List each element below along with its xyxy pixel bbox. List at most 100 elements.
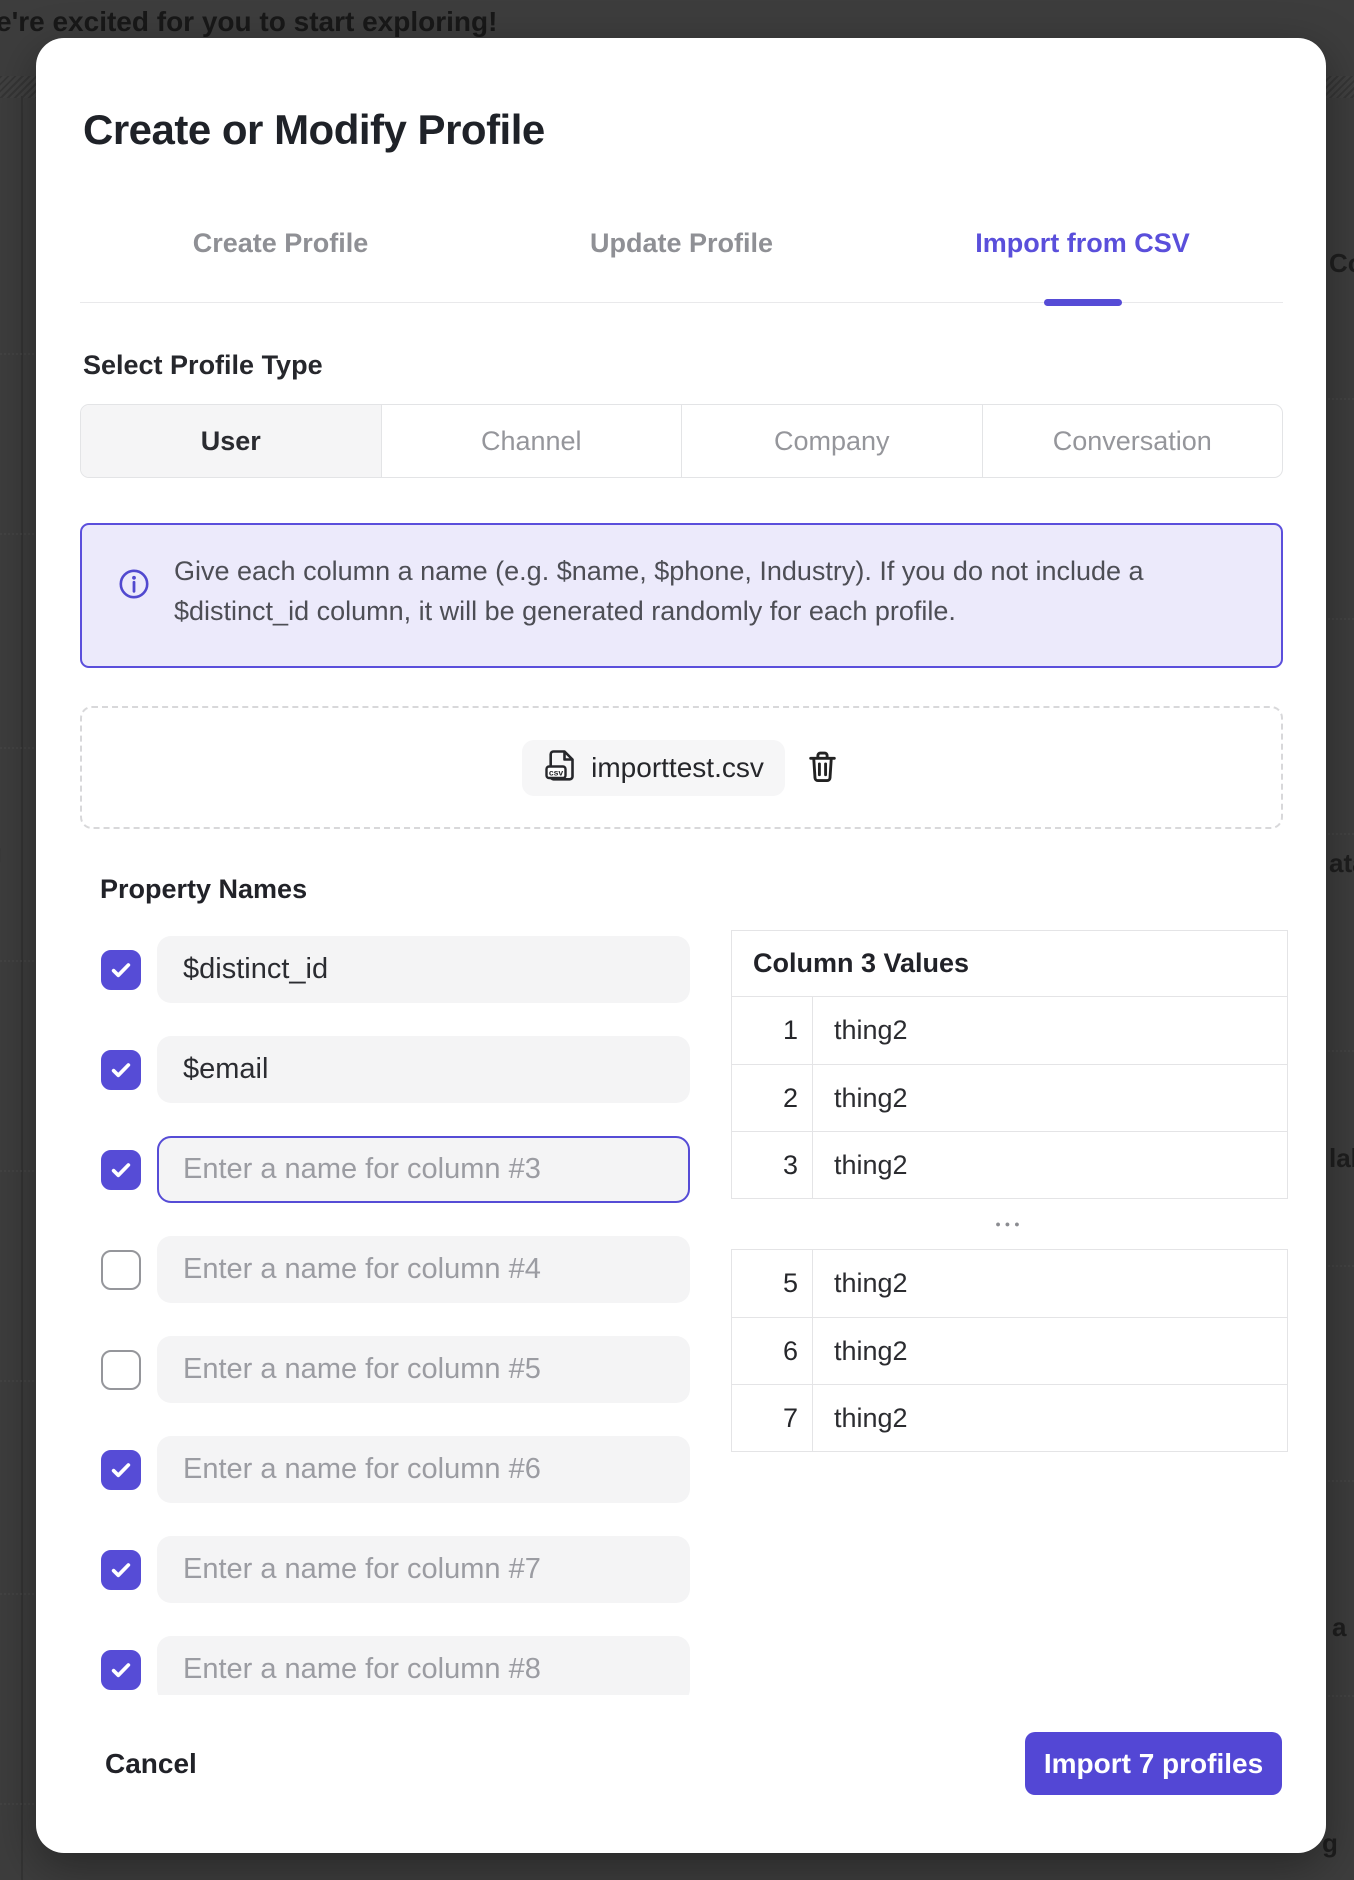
property-input-wrap (157, 1636, 690, 1695)
value-row-content: thing2 (813, 1318, 1287, 1384)
value-row-index: 3 (732, 1132, 813, 1198)
tab-import-from-csv[interactable]: Import from CSV (882, 220, 1283, 302)
background-row-separator (1328, 1480, 1354, 1482)
value-row-index: 7 (732, 1385, 813, 1451)
property-checkbox[interactable] (101, 1550, 141, 1590)
tab-label: Create Profile (193, 228, 369, 259)
property-name-input[interactable] (157, 936, 690, 1003)
values-table-header: Column 3 Values (732, 931, 1287, 997)
profile-type-segmented-control: User Channel Company Conversation (80, 404, 1283, 478)
background-text-fragment: a (1332, 1612, 1346, 1643)
info-icon (118, 568, 150, 600)
value-row-content: thing2 (813, 997, 1287, 1064)
property-name-input[interactable] (157, 1536, 690, 1603)
property-checkbox[interactable] (101, 1250, 141, 1290)
info-callout-text: Give each column a name (e.g. $name, $ph… (174, 551, 1214, 631)
property-name-input[interactable] (157, 1236, 690, 1303)
background-row-separator (0, 747, 34, 749)
background-row-separator (1328, 398, 1354, 400)
property-checkbox[interactable] (101, 1150, 141, 1190)
value-row: 2thing2 (732, 1064, 1287, 1131)
select-profile-type-label: Select Profile Type (83, 350, 323, 381)
value-row: 1thing2 (732, 997, 1287, 1064)
property-row (80, 1536, 690, 1603)
background-banner-text: e're excited for you to start exploring! (0, 6, 497, 38)
column-values-preview: Column 3 Values 1thing22thing23thing2 ●●… (731, 930, 1288, 1695)
background-row-separator (1328, 1265, 1354, 1267)
property-checkbox[interactable] (101, 950, 141, 990)
background-row-separator (0, 1170, 34, 1172)
rows-ellipsis: ●●● (731, 1199, 1288, 1249)
value-row: 5thing2 (732, 1250, 1287, 1317)
property-names-heading: Property Names (100, 874, 307, 905)
property-input-wrap (157, 1236, 690, 1303)
background-row-separator (1328, 618, 1354, 620)
property-name-input[interactable] (157, 1436, 690, 1503)
cancel-button[interactable]: Cancel (105, 1732, 197, 1795)
value-row-index: 2 (732, 1065, 813, 1131)
tab-update-profile[interactable]: Update Profile (481, 220, 882, 302)
background-row-separator (0, 353, 34, 355)
background-row-separator (0, 1803, 34, 1805)
property-name-input[interactable] (157, 1636, 690, 1695)
property-checkbox[interactable] (101, 1450, 141, 1490)
tab-create-profile[interactable]: Create Profile (80, 220, 481, 302)
background-row-separator (1328, 1050, 1354, 1052)
property-checkbox[interactable] (101, 1350, 141, 1390)
background-table-gridline (21, 96, 23, 1880)
property-input-wrap (157, 1436, 690, 1503)
csv-upload-dropzone[interactable]: csv importtest.csv (80, 706, 1283, 829)
delete-file-button[interactable] (804, 748, 841, 788)
value-row-content: thing2 (813, 1132, 1287, 1198)
value-row: 3thing2 (732, 1131, 1287, 1198)
trash-icon (804, 748, 841, 788)
import-profiles-button[interactable]: Import 7 profiles (1025, 1732, 1282, 1795)
background-row-separator (0, 1380, 34, 1382)
tab-label: Import from CSV (975, 228, 1190, 259)
uploaded-file-chip[interactable]: csv importtest.csv (522, 740, 785, 796)
property-row (80, 1236, 690, 1303)
value-row: 7thing2 (732, 1384, 1287, 1451)
property-rows-list (80, 930, 690, 1695)
background-row-separator (0, 533, 34, 535)
property-name-input[interactable] (157, 1036, 690, 1103)
background-row-separator (1328, 833, 1354, 835)
info-callout: Give each column a name (e.g. $name, $ph… (80, 523, 1283, 668)
dialog-title: Create or Modify Profile (83, 102, 545, 158)
csv-file-icon: csv (543, 747, 579, 788)
value-row-index: 5 (732, 1250, 813, 1317)
background-row-separator (0, 1593, 34, 1595)
tab-bar: Create Profile Update Profile Import fro… (80, 220, 1283, 303)
value-row-content: thing2 (813, 1065, 1287, 1131)
property-row (80, 936, 690, 1003)
profile-type-option-channel[interactable]: Channel (381, 405, 682, 477)
property-name-input[interactable] (157, 1336, 690, 1403)
values-table-bottom: 5thing26thing27thing2 (731, 1249, 1288, 1452)
property-checkbox[interactable] (101, 1050, 141, 1090)
property-row (80, 1636, 690, 1695)
property-input-wrap (157, 1336, 690, 1403)
profile-type-option-company[interactable]: Company (681, 405, 982, 477)
background-row-separator (0, 960, 34, 962)
property-row (80, 1036, 690, 1103)
profile-type-option-conversation[interactable]: Conversation (982, 405, 1283, 477)
property-row (80, 1336, 690, 1403)
dialog-footer: Cancel Import 7 profiles (80, 1732, 1283, 1795)
values-table-top: Column 3 Values 1thing22thing23thing2 (731, 930, 1288, 1199)
uploaded-file-name: importtest.csv (591, 752, 764, 784)
property-checkbox[interactable] (101, 1650, 141, 1690)
property-row (80, 1136, 690, 1203)
property-input-wrap (157, 936, 690, 1003)
value-row-index: 6 (732, 1318, 813, 1384)
values-table-top-rows: 1thing22thing23thing2 (732, 997, 1287, 1198)
background-text-fragment: ata (1329, 848, 1354, 879)
value-row-content: thing2 (813, 1385, 1287, 1451)
background-row-separator (1328, 1695, 1354, 1697)
property-input-wrap (157, 1136, 690, 1203)
property-name-input[interactable] (157, 1136, 690, 1203)
active-tab-underline (1044, 299, 1122, 306)
profile-type-option-user[interactable]: User (81, 405, 381, 477)
background-text-fragment: lab (1329, 1143, 1354, 1174)
property-input-wrap (157, 1536, 690, 1603)
create-or-modify-profile-dialog: Create or Modify Profile Create Profile … (36, 38, 1326, 1853)
